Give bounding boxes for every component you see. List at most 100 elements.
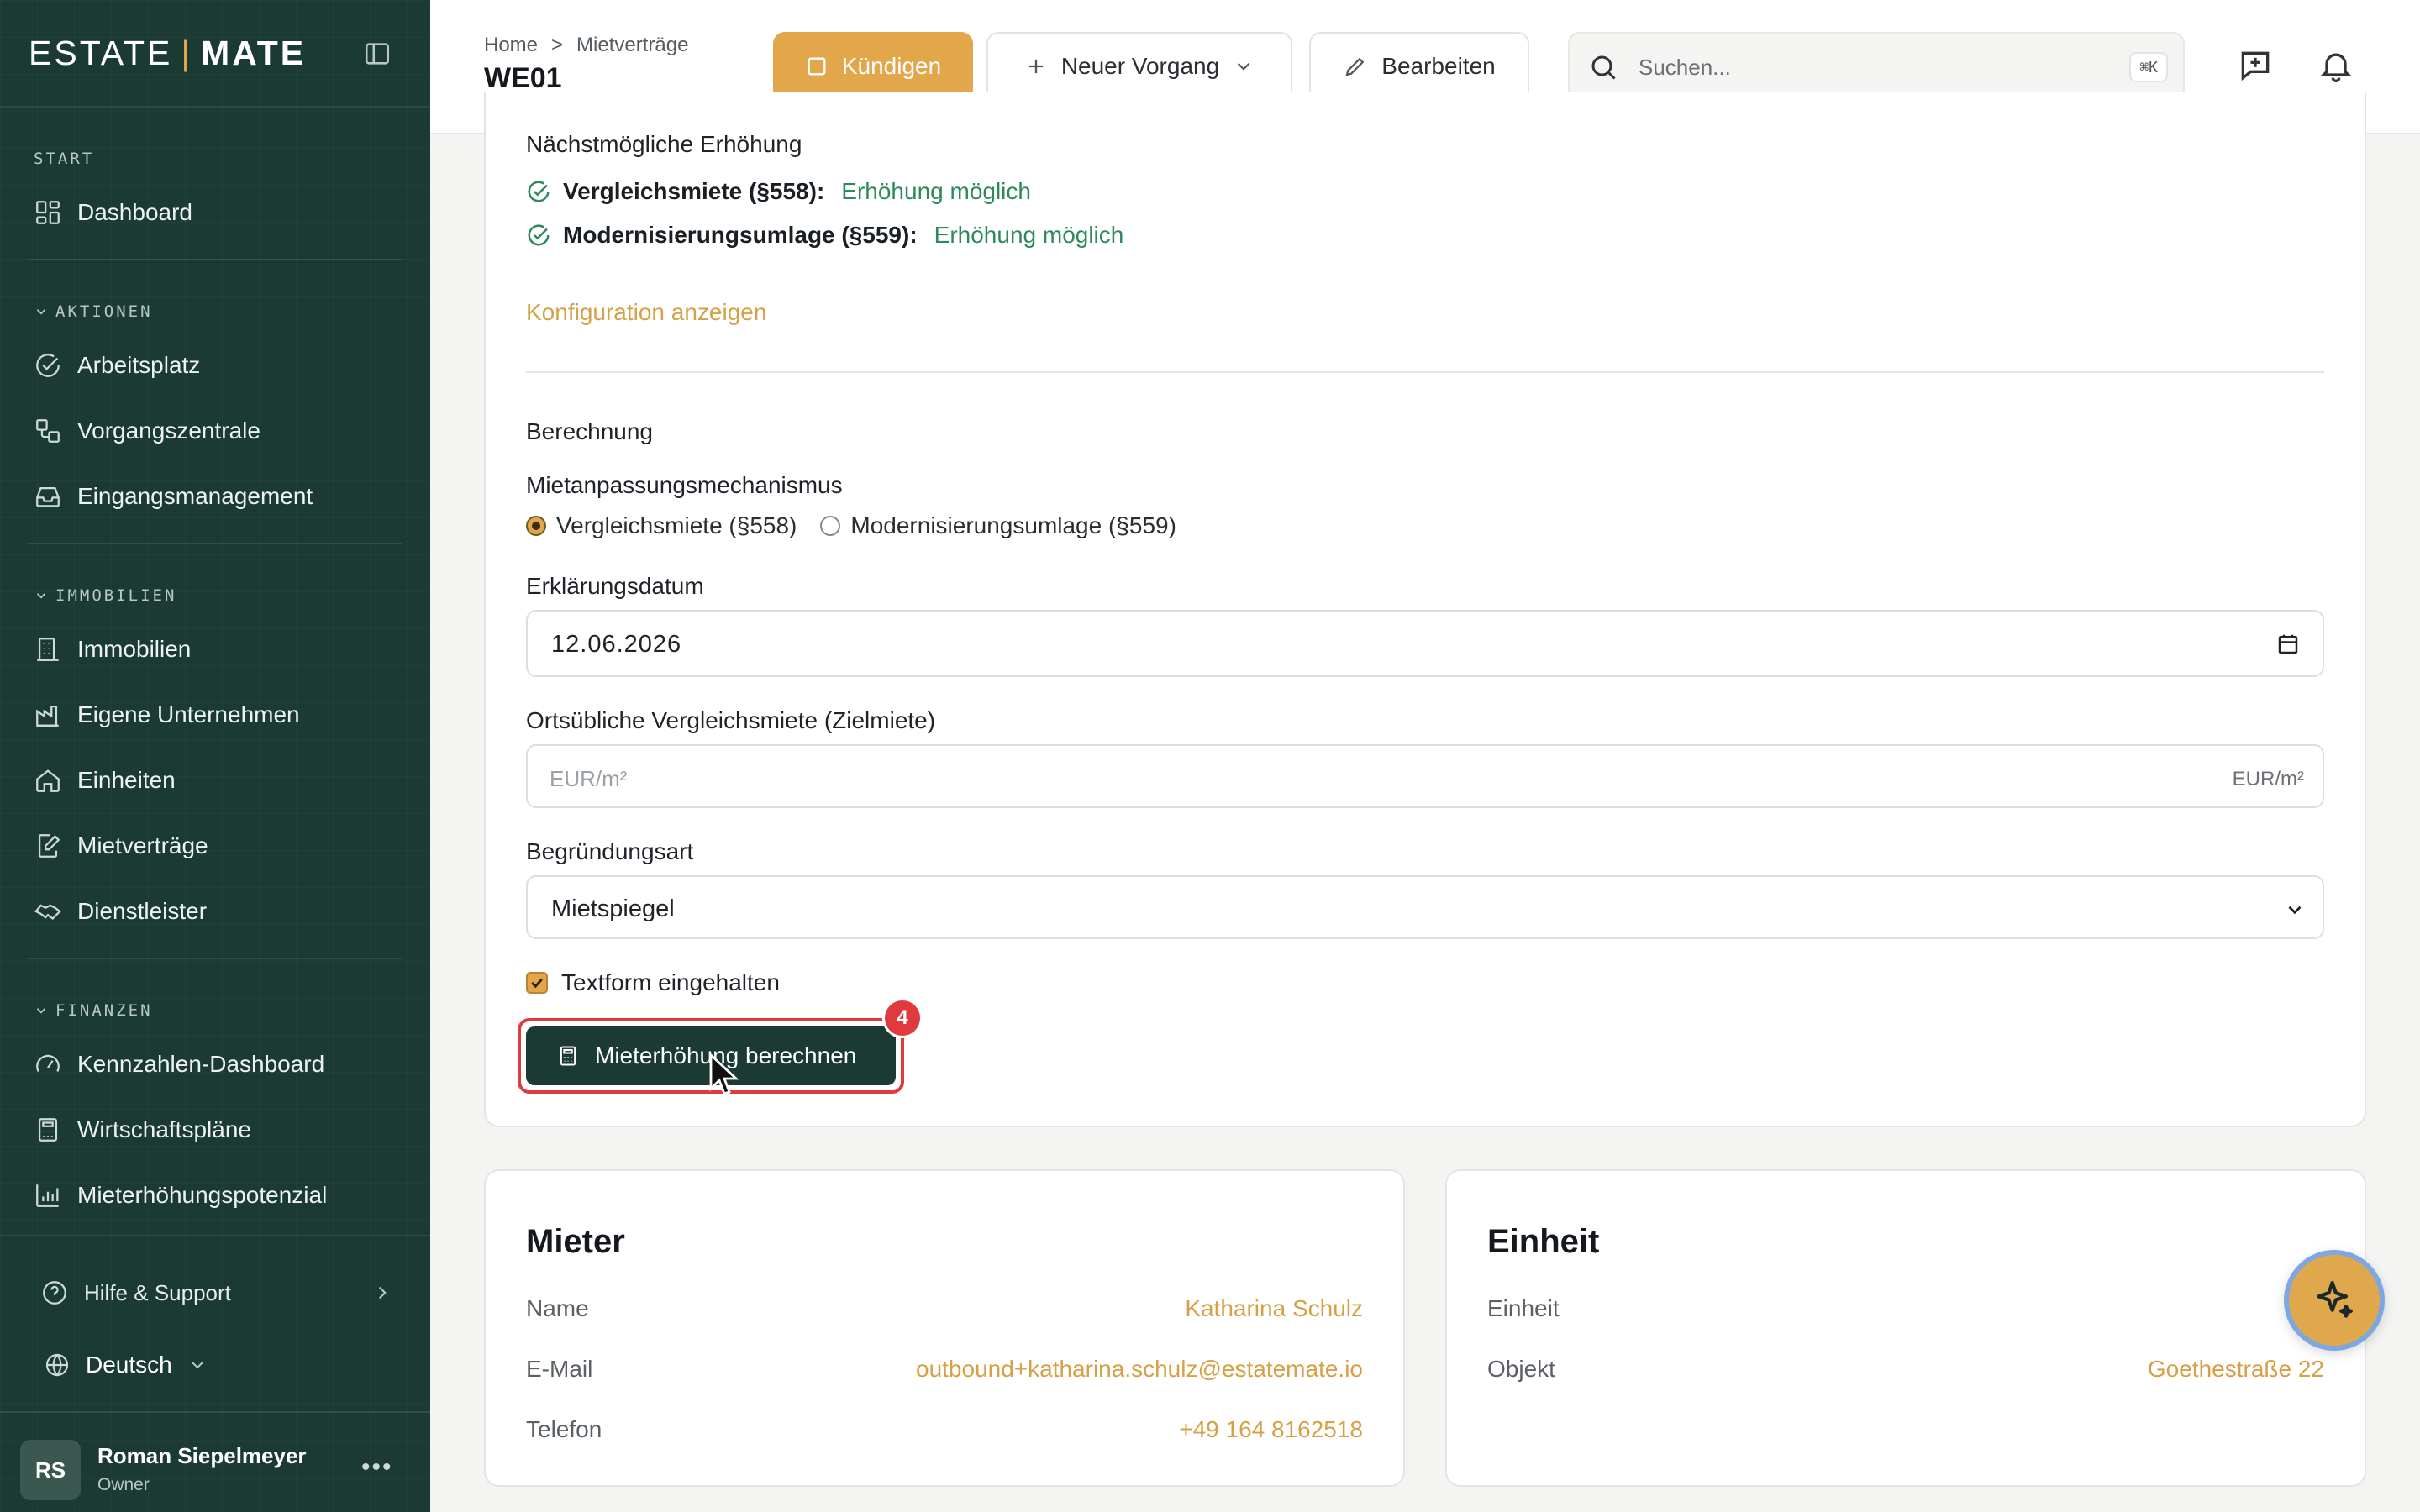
ai-assistant-button[interactable] — [2284, 1250, 2385, 1351]
section-finanzen[interactable]: FINANZEN — [34, 1001, 153, 1020]
sidebar-item-eingangsmanagement[interactable]: Eingangsmanagement — [34, 474, 403, 519]
sidebar-item-kennzahlen[interactable]: Kennzahlen-Dashboard — [34, 1042, 403, 1087]
mechanism-radio-group: Vergleichsmiete (§558) Modernisierungsum… — [526, 511, 1176, 541]
check-item-559: Modernisierungsumlage (§559): Erhöhung m… — [526, 218, 1123, 252]
radio-vergleichsmiete[interactable] — [526, 516, 546, 536]
sidebar-item-label: Immobilien — [77, 636, 192, 662]
mouse-cursor-icon — [709, 1053, 739, 1095]
chevron-down-icon — [36, 1008, 46, 1014]
object-link[interactable]: Goethestraße 22 — [2148, 1356, 2324, 1383]
reason-label: Begründungsart — [526, 838, 694, 864]
next-increase-title: Nächstmögliche Erhöhung — [526, 131, 802, 157]
sparkle-icon — [2317, 1280, 2353, 1318]
reason-value: Mietspiegel — [551, 895, 675, 922]
sidebar-item-label: Mieterhöhungspotenzial — [77, 1182, 328, 1208]
more-options-icon[interactable]: ••• — [361, 1453, 393, 1482]
radio-label: Vergleichsmiete (§558) — [556, 512, 797, 538]
target-rent-input[interactable]: EUR/m² EUR/m² — [526, 744, 2324, 808]
unit-label: Einheit — [1487, 1295, 1560, 1321]
home-icon — [36, 769, 60, 792]
divider — [27, 958, 402, 959]
step-badge: 4 — [882, 998, 923, 1038]
checkmark-icon — [531, 978, 543, 989]
textform-checkbox[interactable] — [526, 972, 548, 994]
section-aktionen[interactable]: AKTIONEN — [34, 302, 153, 321]
textform-checkbox-row[interactable]: Textform eingehalten — [526, 969, 780, 996]
radio-label: Modernisierungsumlage (§559) — [850, 512, 1176, 538]
plus-icon — [1028, 59, 1043, 74]
sidebar-item-label: Dienstleister — [77, 898, 208, 924]
section-start: START — [34, 150, 95, 168]
help-circle-icon — [43, 1281, 66, 1305]
new-process-label: Neuer Vorgang — [1060, 53, 1220, 79]
sidebar-item-einheiten[interactable]: Einheiten — [34, 758, 403, 803]
logo[interactable]: ESTATE | MATE — [29, 34, 306, 73]
sidebar-toggle-icon — [365, 43, 390, 65]
factory-icon — [36, 705, 59, 727]
tenant-phone-link[interactable]: +49 164 8162518 — [1179, 1416, 1363, 1443]
help-support-link[interactable]: Hilfe & Support — [40, 1270, 393, 1315]
user-role: Owner — [97, 1475, 150, 1494]
kuendigen-label: Kündigen — [841, 53, 942, 79]
sidebar-item-dashboard[interactable]: Dashboard — [34, 190, 403, 235]
search-input[interactable]: Suchen... ⌘K — [1568, 32, 2185, 101]
search-placeholder: Suchen... — [1639, 55, 1731, 80]
section-immobilien[interactable]: IMMOBILIEN — [34, 586, 176, 605]
square-icon — [808, 57, 826, 76]
new-process-button[interactable]: Neuer Vorgang — [986, 32, 1292, 101]
check-label: Vergleichsmiete (§558): — [563, 178, 825, 204]
section-label: IMMOBILIEN — [55, 586, 177, 605]
sidebar-item-arbeitsplatz[interactable]: Arbeitsplatz — [34, 343, 403, 388]
check-circle-icon — [528, 224, 550, 246]
workflow-icon — [36, 419, 60, 443]
breadcrumb-home[interactable]: Home — [484, 34, 538, 57]
section-label: FINANZEN — [55, 1001, 153, 1020]
logo-left: ESTATE — [29, 34, 173, 72]
sidebar-item-wirtschaftsplaene[interactable]: Wirtschaftspläne — [34, 1107, 403, 1152]
target-rent-unit: EUR/m² — [2232, 768, 2304, 790]
mechanism-label: Mietanpassungsmechanismus — [526, 472, 843, 498]
declaration-date-field[interactable]: 12.06.2026 — [526, 610, 2324, 677]
chevron-down-icon — [36, 309, 46, 315]
breadcrumb-current[interactable]: Mietverträge — [576, 34, 688, 57]
calculator-icon — [560, 1046, 576, 1066]
message-plus-icon[interactable] — [2237, 47, 2274, 84]
sidebar-item-label: Wirtschaftspläne — [77, 1116, 251, 1142]
sidebar-item-eigene-unternehmen[interactable]: Eigene Unternehmen — [34, 692, 403, 738]
tenant-phone-label: Telefon — [526, 1416, 602, 1442]
radio-modernisierungsumlage[interactable] — [820, 516, 841, 536]
sidebar-footer: Hilfe & Support Deutsch RS Roman Siepelm… — [0, 1235, 430, 1512]
sidebar-item-label: Dashboard — [77, 199, 192, 225]
check-status: Erhöhung möglich — [934, 222, 1124, 248]
tenant-email-link[interactable]: outbound+katharina.schulz@estatemate.io — [916, 1356, 1363, 1383]
check-circle-icon — [36, 354, 60, 377]
user-profile[interactable]: RS Roman Siepelmeyer Owner ••• — [0, 1411, 430, 1512]
reason-select[interactable]: Mietspiegel — [526, 875, 2324, 939]
check-label: Modernisierungsumlage (§559): — [563, 222, 918, 248]
show-configuration-link[interactable]: Konfiguration anzeigen — [526, 299, 766, 326]
sidebar-item-dienstleister[interactable]: Dienstleister — [34, 889, 403, 934]
page-title: WE01 — [484, 62, 562, 94]
check-item-558: Vergleichsmiete (§558): Erhöhung möglich — [526, 175, 1031, 208]
logo-row: ESTATE | MATE — [0, 0, 430, 108]
sidebar-item-immobilien[interactable]: Immobilien — [34, 627, 403, 672]
edit-button[interactable]: Bearbeiten — [1309, 32, 1529, 101]
tenant-name-link[interactable]: Katharina Schulz — [1185, 1295, 1363, 1322]
sidebar-toggle-button[interactable] — [355, 34, 400, 74]
user-name: Roman Siepelmeyer — [97, 1443, 307, 1468]
tenant-card-title: Mieter — [526, 1223, 625, 1260]
breadcrumb-separator: > — [551, 34, 564, 56]
date-label: Erklärungsdatum — [526, 573, 704, 599]
sidebar-item-mieterhoehungspotenzial[interactable]: Mieterhöhungspotenzial — [34, 1173, 403, 1218]
sidebar-item-vorgangszentrale[interactable]: Vorgangszentrale — [34, 408, 403, 454]
object-label: Objekt — [1487, 1356, 1555, 1382]
sidebar-item-mietvertraege[interactable]: Mietverträge — [34, 823, 403, 869]
globe-icon — [45, 1353, 69, 1377]
kuendigen-button[interactable]: Kündigen — [773, 32, 973, 101]
sidebar-item-label: Eingangsmanagement — [77, 483, 313, 509]
chevron-down-icon — [2288, 906, 2302, 915]
language-select[interactable]: Deutsch — [44, 1342, 208, 1388]
calendar-icon[interactable] — [2275, 632, 2301, 657]
bell-icon[interactable] — [2317, 47, 2354, 84]
help-label: Hilfe & Support — [84, 1279, 231, 1305]
